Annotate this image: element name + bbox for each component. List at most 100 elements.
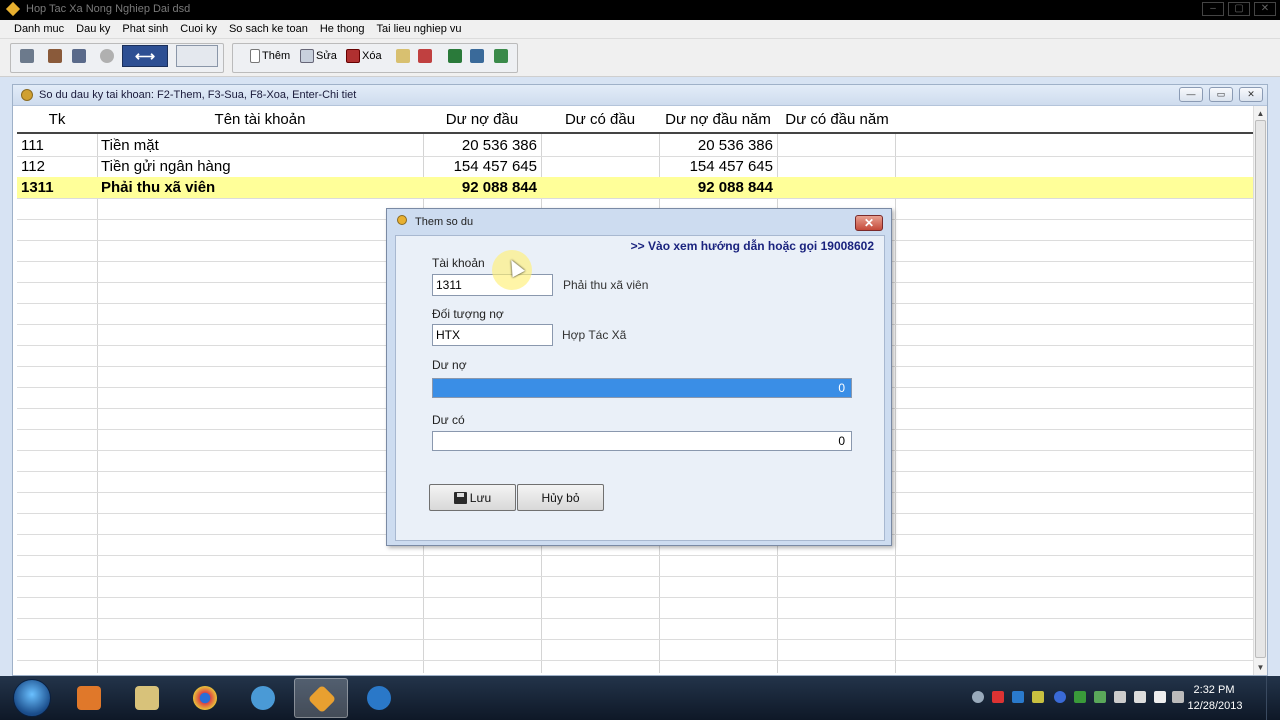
maximize-button[interactable]: ▢: [1228, 2, 1250, 16]
cell-tk: 1311: [21, 179, 54, 196]
credit-label: Dư có: [432, 413, 465, 427]
column-header-opening-debit[interactable]: Dư nợ đầu: [423, 111, 541, 128]
menu-cuoi-ky[interactable]: Cuoi ky: [174, 23, 223, 35]
show-desktop-button[interactable]: [1266, 676, 1280, 720]
grid-line: [17, 660, 1253, 661]
delete-button[interactable]: Xóa: [346, 47, 382, 65]
teamviewer-icon: [367, 686, 391, 710]
cell-tk: 111: [21, 137, 44, 154]
people-icon[interactable]: [470, 47, 486, 65]
edit-icon: [300, 49, 314, 63]
minimize-button[interactable]: –: [1202, 2, 1224, 16]
account-description: Phải thu xã viên: [563, 278, 649, 292]
table-row-selected[interactable]: 1311 Phải thu xã viên 92 088 844 92 088 …: [17, 177, 1253, 198]
bluetooth-icon[interactable]: [1054, 691, 1066, 703]
column-header-year-opening-debit[interactable]: Dư nợ đầu năm: [659, 111, 777, 128]
grid-line: [895, 134, 896, 673]
taskbar-app[interactable]: [236, 678, 290, 718]
child-minimize-button[interactable]: —: [1179, 87, 1203, 102]
edit-button-label: Sửa: [316, 50, 337, 62]
table-row[interactable]: 112 Tiền gửi ngân hàng 154 457 645 154 4…: [17, 156, 1253, 177]
child-close-button[interactable]: ✕: [1239, 87, 1263, 102]
folder-icon: [135, 686, 159, 710]
grid-line: [17, 618, 1253, 619]
debit-input[interactable]: 0: [432, 378, 852, 398]
dialog-close-button[interactable]: ✕: [855, 215, 883, 231]
cell-year-opening-debit: 154 457 645: [689, 158, 773, 175]
cell-opening-debit: 20 536 386: [461, 137, 537, 154]
close-button[interactable]: ✕: [1254, 2, 1276, 16]
menu-dau-ky[interactable]: Dau ky: [70, 23, 116, 35]
scrollbar-thumb[interactable]: [1255, 120, 1266, 658]
scroll-up-arrow-icon[interactable]: ▲: [1256, 109, 1265, 118]
cell-account-name: Phải thu xã viên: [101, 179, 216, 196]
start-button[interactable]: [13, 679, 51, 717]
debtor-input[interactable]: HTX: [432, 324, 553, 346]
column-header-account-name[interactable]: Tên tài khoản: [97, 111, 423, 128]
edit-button[interactable]: Sửa: [300, 47, 337, 65]
gear-icon: [397, 215, 407, 225]
excel-icon[interactable]: [448, 47, 464, 65]
report-icon[interactable]: [418, 47, 434, 65]
exit-icon[interactable]: [494, 47, 510, 65]
nvidia-icon[interactable]: [1074, 691, 1086, 703]
floppy-disk-icon: [453, 491, 467, 504]
action-center-flag-icon[interactable]: [1134, 691, 1146, 703]
safely-remove-icon[interactable]: [1114, 691, 1126, 703]
scroll-down-arrow-icon[interactable]: ▼: [1256, 663, 1265, 672]
delete-button-label: Xóa: [362, 50, 382, 62]
add-button[interactable]: Thêm: [250, 47, 290, 65]
column-header-year-opening-credit[interactable]: Dư có đầu năm: [777, 111, 897, 128]
exchange-arrows-icon[interactable]: ⟷: [122, 45, 168, 67]
cancel-button[interactable]: Hủy bỏ: [517, 484, 604, 511]
taskbar-chrome[interactable]: [178, 678, 232, 718]
grid-line: [17, 597, 1253, 598]
toolbar: ⟷ Thêm Sửa Xóa: [0, 39, 1280, 77]
menu-bar: Danh muc Dau ky Phat sinh Cuoi ky So sac…: [0, 20, 1280, 39]
menu-tai-lieu-nghiep-vu[interactable]: Tai lieu nghiep vu: [371, 23, 468, 35]
media-player-icon: [77, 686, 101, 710]
credit-input[interactable]: 0: [432, 431, 852, 451]
taskbar-accounting-app[interactable]: [294, 678, 348, 718]
grid-line: [17, 576, 1253, 577]
table-row[interactable]: 111 Tiền mặt 20 536 386 20 536 386: [17, 135, 1253, 156]
taskbar-teamviewer[interactable]: [352, 678, 406, 718]
webcam-icon[interactable]: [972, 691, 984, 703]
chrome-icon: [193, 686, 217, 710]
delete-icon: [346, 49, 360, 63]
network-diagram-icon[interactable]: [176, 45, 218, 67]
child-restore-button[interactable]: ▭: [1209, 87, 1233, 102]
globe-icon[interactable]: [100, 47, 116, 65]
column-header-tk[interactable]: Tk: [17, 111, 97, 128]
user-icon[interactable]: [72, 47, 88, 65]
cell-year-opening-debit: 92 088 844: [697, 179, 773, 196]
grid-line: [17, 555, 1253, 556]
taskbar-media-player[interactable]: [62, 678, 116, 718]
sync-icon[interactable]: [1094, 691, 1106, 703]
save-button[interactable]: Lưu: [429, 484, 516, 511]
find-icon[interactable]: [396, 47, 412, 65]
battery-icon[interactable]: [1032, 691, 1044, 703]
menu-he-thong[interactable]: He thong: [314, 23, 371, 35]
menu-so-sach-ke-toan[interactable]: So sach ke toan: [223, 23, 314, 35]
cell-year-opening-debit: 20 536 386: [697, 137, 773, 154]
grid-header: Tk Tên tài khoản Dư nợ đầu Dư có đầu Dư …: [17, 106, 1253, 134]
help-link[interactable]: >> Vào xem hướng dẫn hoặc gọi 19008602: [631, 239, 874, 253]
menu-danh-muc[interactable]: Danh muc: [8, 23, 70, 35]
taskbar-explorer[interactable]: [120, 678, 174, 718]
grid-line: [17, 639, 1253, 640]
volume-icon[interactable]: [1154, 691, 1166, 703]
display-icon[interactable]: [1012, 691, 1024, 703]
clock-date[interactable]: 12/28/2013: [1180, 700, 1250, 712]
list-icon[interactable]: [20, 47, 36, 65]
taskbar: 2:32 PM 12/28/2013: [0, 676, 1280, 720]
network-monitor-icon[interactable]: [992, 691, 1004, 703]
cell-account-name: Tiền gửi ngân hàng: [101, 158, 231, 175]
system-tray: 2:32 PM 12/28/2013: [960, 676, 1280, 720]
menu-phat-sinh[interactable]: Phat sinh: [116, 23, 174, 35]
users-icon[interactable]: [48, 47, 64, 65]
refresh-app-icon: [251, 686, 275, 710]
column-header-opening-credit[interactable]: Dư có đầu: [541, 111, 659, 128]
clock-time[interactable]: 2:32 PM: [1184, 684, 1244, 696]
vertical-scrollbar[interactable]: ▲ ▼: [1253, 106, 1267, 675]
